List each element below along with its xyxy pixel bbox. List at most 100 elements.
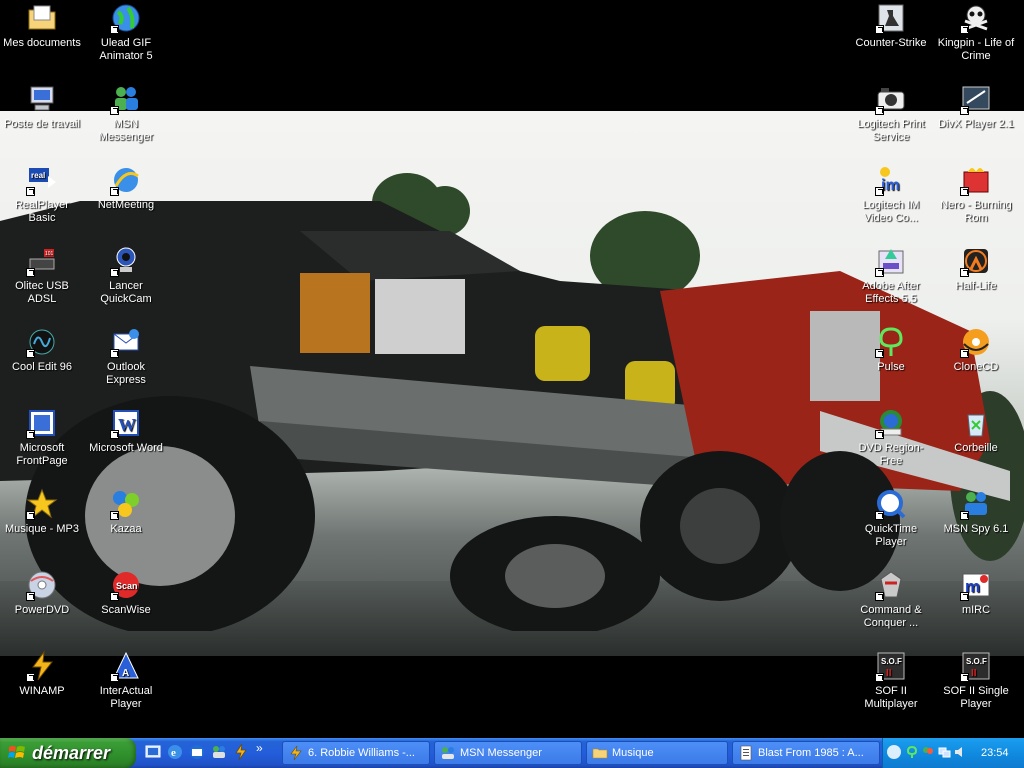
- msn-spy-icon: [960, 488, 992, 520]
- shortcut-arrow-icon: [110, 511, 119, 520]
- desktop-icon[interactable]: Adobe After Effects 5.5: [849, 245, 933, 306]
- frontpage-icon: [26, 407, 58, 439]
- desktop-icon[interactable]: Logitech Print Service: [849, 83, 933, 144]
- clock[interactable]: 23:54: [981, 738, 1009, 768]
- desktop-icon[interactable]: S.O.F II SOF II Multiplayer: [849, 650, 933, 711]
- shortcut-arrow-icon: [110, 673, 119, 682]
- task-label: MSN Messenger: [460, 747, 542, 759]
- desktop-icon-label: InterActual Player: [99, 685, 153, 710]
- desktop-icon[interactable]: Scan ScanWise: [84, 569, 168, 617]
- desktop-icon[interactable]: MSN Spy 6.1: [934, 488, 1018, 536]
- ie-icon[interactable]: e: [166, 743, 184, 761]
- tray-expand-chevron-icon[interactable]: [887, 745, 901, 759]
- outlook-icon[interactable]: [188, 743, 206, 761]
- desktop-icon[interactable]: W Microsoft Word: [84, 407, 168, 455]
- desktop-icon-label: Kingpin - Life of Crime: [937, 37, 1015, 62]
- desktop-icon[interactable]: DivX Player 2.1: [934, 83, 1018, 131]
- desktop-icon[interactable]: CloneCD: [934, 326, 1018, 374]
- desktop-icon[interactable]: Outlook Express: [84, 326, 168, 387]
- half-life-icon: [960, 245, 992, 277]
- desktop-icon[interactable]: Counter-Strike: [849, 2, 933, 50]
- shortcut-arrow-icon: [110, 106, 119, 115]
- start-button[interactable]: démarrer: [0, 738, 136, 768]
- winamp-ql-icon[interactable]: [232, 743, 250, 761]
- desktop-icon[interactable]: Pulse: [849, 326, 933, 374]
- desktop-icon[interactable]: Half-Life: [934, 245, 1018, 293]
- desktop-icon[interactable]: Lancer QuickCam: [84, 245, 168, 306]
- desktop-icon[interactable]: Nero - Burning Rom: [934, 164, 1018, 225]
- task-msn-messenger[interactable]: MSN Messenger: [434, 741, 582, 765]
- shortcut-arrow-icon: [26, 349, 35, 358]
- desktop-icon[interactable]: Microsoft FrontPage: [0, 407, 84, 468]
- desktop-icon-label: Half-Life: [955, 280, 997, 292]
- desktop-icon-label: RealPlayer Basic: [15, 199, 69, 224]
- desktop-icon-label: Microsoft Word: [89, 442, 163, 454]
- desktop-icon[interactable]: DVD Region-Free: [849, 407, 933, 468]
- computer-icon: [26, 83, 58, 115]
- shortcut-arrow-icon: [875, 187, 884, 196]
- msn-tray-icon[interactable]: [921, 745, 935, 759]
- desktop-icon-label: Ulead GIF Animator 5: [99, 37, 153, 62]
- realplayer-icon: real: [26, 164, 58, 196]
- sof-icon: S.O.F II: [960, 650, 992, 682]
- webcam-icon: [110, 245, 142, 277]
- desktop-icon-label: PowerDVD: [14, 604, 70, 616]
- desktop-icon[interactable]: im Logitech IM Video Co...: [849, 164, 933, 225]
- shortcut-arrow-icon: [26, 673, 35, 682]
- shortcut-arrow-icon: [875, 106, 884, 115]
- desktop-icon[interactable]: QuickTime Player: [849, 488, 933, 549]
- network-tray-icon[interactable]: [937, 745, 951, 759]
- desktop-icon[interactable]: NetMeeting: [84, 164, 168, 212]
- desktop-icon[interactable]: Command & Conquer ...: [849, 569, 933, 630]
- desktop-icon[interactable]: m mIRC: [934, 569, 1018, 617]
- task-musique[interactable]: Musique: [586, 741, 728, 765]
- desktop-icon[interactable]: A InterActual Player: [84, 650, 168, 711]
- counter-strike-icon: [875, 2, 907, 34]
- recycle-bin-icon: [960, 407, 992, 439]
- svg-text:real: real: [31, 171, 45, 180]
- desktop-icon[interactable]: S.O.F II SOF II Single Player: [934, 650, 1018, 711]
- desktop-icon-label: WINAMP: [19, 685, 65, 697]
- desktop-icon[interactable]: PowerDVD: [0, 569, 84, 617]
- star-icon: [26, 488, 58, 520]
- mirc-icon: m: [960, 569, 992, 601]
- show-desktop-icon[interactable]: [144, 743, 162, 761]
- clonecd-icon: [960, 326, 992, 358]
- desktop-icon[interactable]: Kingpin - Life of Crime: [934, 2, 1018, 63]
- outlook-express-icon: [110, 326, 142, 358]
- task-blast-from-1985[interactable]: Blast From 1985 : A...: [732, 741, 880, 765]
- desktop-icon[interactable]: MSN Messenger: [84, 83, 168, 144]
- desktop-icon[interactable]: WINAMP: [0, 650, 84, 698]
- desktop-icon-label: QuickTime Player: [864, 523, 918, 548]
- desktop-icon[interactable]: Corbeille: [934, 407, 1018, 455]
- task-winamp[interactable]: 6. Robbie Williams -...: [282, 741, 430, 765]
- desktop-icon[interactable]: Kazaa: [84, 488, 168, 536]
- desktop-icon[interactable]: 101 Olitec USB ADSL: [0, 245, 84, 306]
- folder-documents-icon: [26, 2, 58, 34]
- folder-icon: [592, 748, 608, 759]
- desktop-icon-label: Musique - MP3: [5, 523, 79, 535]
- shortcut-arrow-icon: [960, 106, 969, 115]
- quick-launch-more[interactable]: »: [256, 741, 263, 755]
- desktop-icon-label: DivX Player 2.1: [938, 118, 1014, 130]
- desktop-icon-label: Adobe After Effects 5.5: [862, 280, 920, 305]
- shortcut-arrow-icon: [110, 25, 119, 34]
- desktop-icon[interactable]: Poste de travail: [0, 83, 84, 131]
- volume-tray-icon[interactable]: [953, 745, 967, 759]
- desktop-icon-label: Poste de travail: [4, 118, 80, 130]
- desktop-icon[interactable]: Ulead GIF Animator 5: [84, 2, 168, 63]
- desktop-icon[interactable]: Cool Edit 96: [0, 326, 84, 374]
- desktop-icon[interactable]: real RealPlayer Basic: [0, 164, 84, 225]
- svg-text:W: W: [118, 415, 136, 435]
- desktop-icon-label: Mes documents: [3, 37, 81, 49]
- desktop-icon[interactable]: Musique - MP3: [0, 488, 84, 536]
- pulse-tray-icon[interactable]: [905, 745, 919, 759]
- desktop-icon-label: Logitech Print Service: [857, 118, 925, 143]
- shortcut-arrow-icon: [875, 349, 884, 358]
- desktop-icon[interactable]: Mes documents: [0, 2, 84, 50]
- msn-icon: [442, 747, 454, 759]
- shortcut-arrow-icon: [110, 592, 119, 601]
- shortcut-arrow-icon: [960, 25, 969, 34]
- shortcut-arrow-icon: [110, 268, 119, 277]
- messenger-icon[interactable]: [210, 743, 228, 761]
